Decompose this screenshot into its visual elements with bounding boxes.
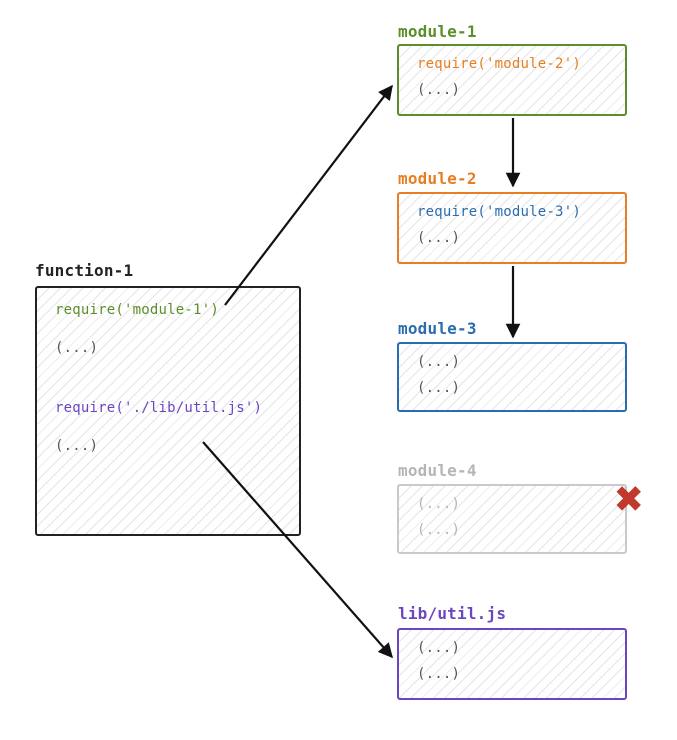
cross-icon: ✖ (615, 475, 644, 523)
module-4-ellipsis-1: (...) (417, 496, 609, 512)
module-3-ellipsis-2: (...) (417, 380, 609, 396)
function-1-ellipsis-2: (...) (55, 438, 283, 454)
module-2-box: require('module-3') (...) (397, 192, 627, 264)
module-2-label: module-2 (398, 169, 477, 188)
module-4-ellipsis-2: (...) (417, 522, 609, 538)
module-1-require-module-2: require('module-2') (417, 56, 609, 72)
module-1-label: module-1 (398, 22, 477, 41)
function-1-ellipsis-1: (...) (55, 340, 283, 356)
module-3-box: (...) (...) (397, 342, 627, 412)
module-4-box: (...) (...) (397, 484, 627, 554)
arrow-fn1-to-module-1 (225, 86, 392, 305)
function-1-require-module-1: require('module-1') (55, 302, 283, 318)
module-1-box: require('module-2') (...) (397, 44, 627, 116)
module-2-ellipsis: (...) (417, 230, 609, 246)
function-1-label: function-1 (35, 261, 133, 280)
util-ellipsis-1: (...) (417, 640, 609, 656)
module-1-ellipsis: (...) (417, 82, 609, 98)
util-box: (...) (...) (397, 628, 627, 700)
module-3-ellipsis-1: (...) (417, 354, 609, 370)
util-ellipsis-2: (...) (417, 666, 609, 682)
function-1-box: require('module-1') (...) require('./lib… (35, 286, 301, 536)
function-1-require-util: require('./lib/util.js') (55, 400, 283, 416)
module-2-require-module-3: require('module-3') (417, 204, 609, 220)
module-3-label: module-3 (398, 319, 477, 338)
module-4-label: module-4 (398, 461, 477, 480)
util-label: lib/util.js (398, 604, 506, 623)
